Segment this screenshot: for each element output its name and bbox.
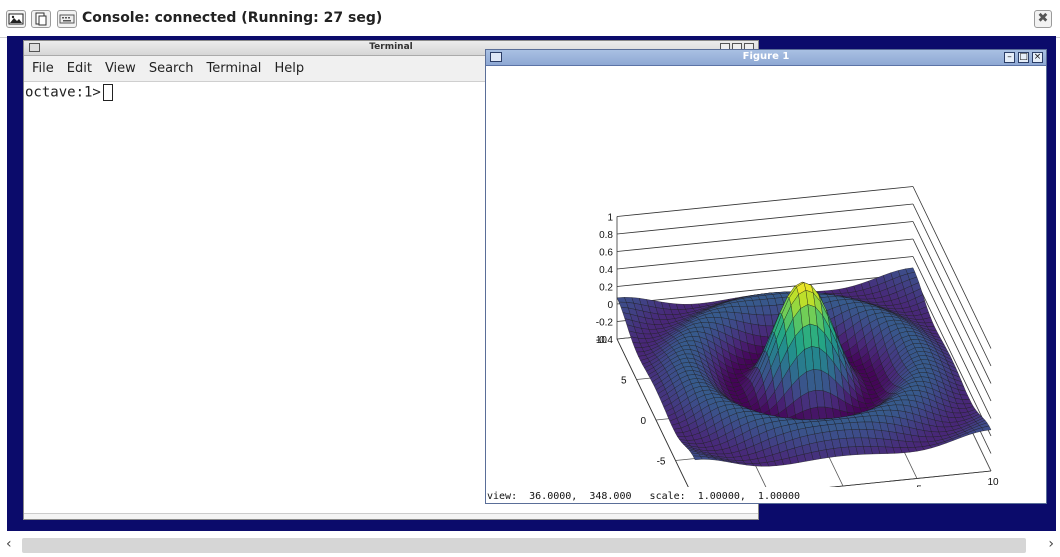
y-tick-label: -5 — [657, 457, 666, 468]
z-tick-label: 1 — [607, 213, 613, 224]
z-tick-label: 0.4 — [599, 265, 613, 276]
z-gridline — [616, 221, 914, 252]
z-tick-label: 0 — [607, 300, 613, 311]
menu-terminal[interactable]: Terminal — [206, 61, 261, 76]
z-gridline — [616, 238, 914, 270]
console-toolbar: Console: connected (Running: 27 seg) ✖ — [0, 0, 1060, 38]
scroll-left-icon[interactable]: ‹ — [6, 536, 12, 552]
figure-title: Figure 1 — [742, 51, 790, 62]
figure-window[interactable]: Figure 1 – □ × 1 0.8 0.6 0.4 0.2 0 -0.2 -0.4 10 5… — [485, 49, 1047, 504]
z-tick-label: 0.6 — [599, 248, 613, 259]
menu-edit[interactable]: Edit — [67, 61, 92, 76]
scroll-right-icon[interactable]: › — [1048, 536, 1054, 552]
horizontal-scrollbar[interactable]: ‹ › — [0, 535, 1060, 557]
remote-desktop[interactable]: Terminal File Edit View Search Terminal … — [7, 36, 1056, 531]
figure-titlebar[interactable]: Figure 1 – □ × — [486, 50, 1046, 66]
y-tick-label: 0 — [640, 416, 646, 427]
image-icon[interactable] — [6, 10, 26, 28]
z-gridline — [616, 203, 914, 235]
z-tick-label: 0.8 — [599, 230, 613, 241]
z-tick-label: 0.2 — [599, 283, 613, 294]
z-tick-label: -0.2 — [596, 318, 614, 329]
menu-file[interactable]: File — [32, 61, 54, 76]
surface-plot[interactable]: 10.80.60.40.20-0.2-0.41050-5-10-10-50510 — [486, 67, 1046, 487]
console-title: Console: connected (Running: 27 seg) — [82, 10, 383, 26]
maximize-icon[interactable]: □ — [1018, 52, 1029, 63]
y-tick-label: 5 — [621, 376, 627, 387]
minimize-icon[interactable]: – — [1004, 52, 1015, 63]
keyboard-icon[interactable] — [57, 10, 77, 28]
prompt: octave:1> — [25, 84, 101, 101]
x-tick-label: 5 — [916, 485, 922, 488]
view-status: view: 36.0000, 348.000 scale: 1.00000, 1… — [487, 491, 801, 502]
floor-gridline — [829, 470, 992, 487]
menu-view[interactable]: View — [105, 61, 136, 76]
text-cursor — [102, 84, 113, 101]
x-tick-label: 10 — [987, 477, 999, 487]
scroll-thumb[interactable] — [22, 538, 1026, 553]
z-gridline — [616, 186, 914, 217]
close-icon[interactable]: × — [1032, 52, 1043, 63]
menu-help[interactable]: Help — [274, 61, 304, 76]
clipboard-icon[interactable] — [31, 10, 51, 28]
menu-search[interactable]: Search — [149, 61, 194, 76]
terminal-scrollbar[interactable] — [24, 513, 758, 519]
x-axis — [829, 470, 992, 487]
close-icon[interactable]: ✖ — [1034, 10, 1052, 28]
y-tick-label: 10 — [596, 335, 608, 346]
